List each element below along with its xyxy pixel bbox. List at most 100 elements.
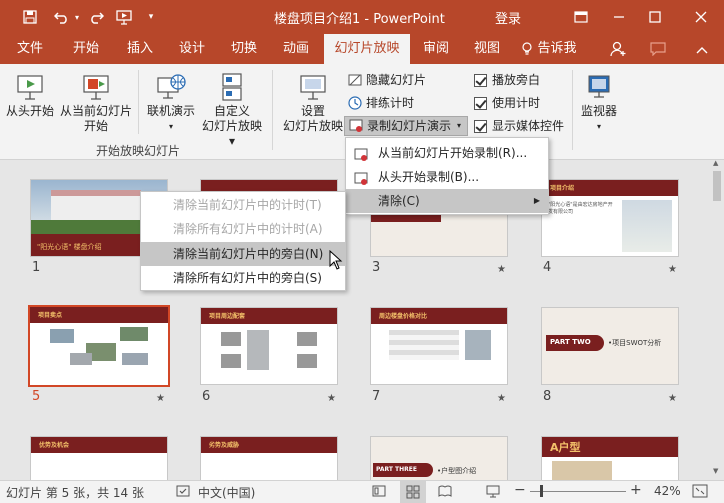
window-title: 楼盘项目介绍1 - PowerPoint [274, 12, 445, 27]
zoom-slider-thumb[interactable] [540, 485, 543, 497]
photo-image [297, 332, 317, 346]
slide-number: 4 [543, 260, 552, 275]
redo-icon[interactable] [86, 7, 106, 27]
scroll-down-icon[interactable]: ▼ [713, 467, 718, 475]
custom-slideshow-icon [217, 72, 247, 102]
title-bar: ▾ ▾ 楼盘项目介绍1 - PowerPoint 登录 [0, 0, 724, 34]
rehearse-timings-button[interactable]: 排练计时 [348, 93, 414, 113]
present-from-start-icon[interactable] [114, 7, 134, 27]
scrollbar-thumb[interactable] [713, 171, 721, 201]
reading-view-icon[interactable] [438, 484, 452, 501]
spellcheck-icon[interactable] [176, 484, 190, 501]
menu-item-clear-all-timings[interactable]: 清除所有幻灯片中的计时(A) [141, 217, 345, 241]
slide-thumbnail[interactable]: 优势及机会 [30, 436, 168, 480]
slide-thumbnail-selected[interactable]: 项目卖点 [28, 305, 170, 387]
slide-number-selected: 5 [32, 389, 41, 404]
online-present-button[interactable]: 联机演示 ▾ [142, 72, 200, 134]
scroll-up-icon[interactable]: ▲ [713, 159, 718, 167]
photo-image [221, 332, 241, 346]
custom-slideshow-label-2: 幻灯片放映 ▾ [201, 119, 262, 148]
play-narrations-checkbox[interactable]: 播放旁白 [474, 70, 540, 90]
tab-animations[interactable]: 动画 [272, 34, 320, 64]
globe-icon [156, 72, 186, 102]
collapse-ribbon-icon[interactable] [688, 34, 716, 64]
zoom-level[interactable]: 42% [654, 484, 681, 498]
vertical-scrollbar[interactable]: ▲ ▼ [710, 159, 724, 480]
undo-icon[interactable] [50, 7, 74, 27]
setup-label-2: 幻灯片放映 [282, 119, 343, 133]
slide-thumbnail[interactable]: 劣势及威胁 [200, 436, 338, 480]
menu-item-clear[interactable]: 清除(C) ▶ [346, 189, 548, 213]
part-subtitle: •项目SWOT分析 [608, 339, 662, 347]
clock-icon [348, 96, 362, 110]
record-slideshow-button[interactable]: 录制幻灯片演示 ▾ [344, 116, 468, 136]
menu-item-record-from-current[interactable]: 从当前幻灯片开始录制(R)... [346, 141, 548, 165]
slide-body-text: "阳光心语"是由宏达房地产开发有限公司 [548, 202, 613, 215]
undo-dropdown-icon[interactable]: ▾ [73, 7, 81, 27]
slide-thumbnail[interactable]: 周边楼盘价格对比 [370, 307, 508, 385]
slide-number: 8 [543, 389, 552, 404]
comments-icon[interactable] [644, 34, 672, 64]
animation-star-icon: ★ [668, 393, 677, 404]
slide-thumbnail[interactable]: 项目介绍 "阳光心语"是由宏达房地产开发有限公司 [541, 179, 679, 257]
slide-title-bar: 劣势及威胁 [201, 437, 337, 453]
slide-sorter-view-icon[interactable] [400, 481, 426, 503]
monitor-button[interactable]: 监视器 ▾ [576, 72, 622, 134]
menu-item-record-from-start[interactable]: 从头开始录制(B)... [346, 165, 548, 189]
share-icon[interactable] [604, 34, 632, 64]
language-status[interactable]: 中文(中国) [198, 484, 255, 501]
submenu-arrow-icon: ▶ [533, 196, 540, 205]
part-banner: PART THREE [373, 463, 433, 477]
menu-item-clear-current-timings[interactable]: 清除当前幻灯片中的计时(T) [141, 193, 345, 217]
slide-title-bar: 项目介绍 [542, 180, 678, 196]
login-link[interactable]: 登录 [495, 8, 521, 27]
monitor-icon [584, 72, 614, 102]
animation-star-icon: ★ [497, 264, 506, 275]
maximize-icon[interactable] [640, 5, 670, 29]
use-timings-checkbox[interactable]: 使用计时 [474, 93, 540, 113]
show-media-checkbox[interactable]: 显示媒体控件 [474, 116, 564, 136]
tab-slideshow[interactable]: 幻灯片放映 [324, 34, 410, 64]
tell-me-button[interactable]: 告诉我 [516, 34, 582, 64]
slideshow-view-icon[interactable] [486, 484, 500, 501]
floorplan-image [552, 461, 612, 480]
tab-design[interactable]: 设计 [168, 34, 216, 64]
normal-view-icon[interactable] [372, 484, 386, 501]
part-banner: PART TWO [546, 335, 604, 351]
menu-item-clear-all-narrations[interactable]: 清除所有幻灯片中的旁白(S) [141, 266, 345, 290]
slide-thumbnail[interactable]: A户型 [541, 436, 679, 480]
tab-insert[interactable]: 插入 [116, 34, 164, 64]
ribbon-tab-bar: 文件 开始 插入 设计 切换 动画 幻灯片放映 审阅 视图 告诉我 [0, 34, 724, 64]
tab-view[interactable]: 视图 [464, 34, 510, 64]
animation-star-icon: ★ [327, 393, 336, 404]
slide-thumbnail[interactable]: 项目周边配套 [200, 307, 338, 385]
zoom-slider[interactable] [530, 485, 626, 497]
slide-title-bar: A户型 [542, 437, 678, 457]
setup-slideshow-button[interactable]: 设置 幻灯片放映 [280, 72, 346, 134]
save-icon[interactable] [20, 7, 40, 27]
custom-slideshow-button[interactable]: 自定义 幻灯片放映 ▾ [198, 72, 266, 149]
tab-file[interactable]: 文件 [6, 34, 54, 64]
zoom-in-button[interactable]: + [630, 482, 642, 498]
ribbon-options-icon[interactable] [566, 5, 596, 29]
tab-transitions[interactable]: 切换 [220, 34, 268, 64]
slide-thumbnail[interactable]: PART THREE •户型图介绍 [370, 436, 508, 480]
slide-thumbnail[interactable]: PART TWO •项目SWOT分析 [541, 307, 679, 385]
tab-home[interactable]: 开始 [62, 34, 110, 64]
hide-slide-label: 隐藏幻灯片 [366, 73, 427, 87]
from-current-button[interactable]: 从当前幻灯片 开始 [58, 72, 134, 134]
menu-item-clear-current-narrations[interactable]: 清除当前幻灯片中的旁白(N) [141, 242, 345, 266]
animation-star-icon: ★ [668, 264, 677, 275]
from-start-button[interactable]: 从头开始 [2, 72, 58, 119]
tell-me-label: 告诉我 [537, 41, 577, 56]
zoom-out-button[interactable]: − [514, 482, 526, 498]
fit-to-window-icon[interactable] [692, 484, 708, 501]
close-icon[interactable] [686, 5, 716, 29]
tab-review[interactable]: 审阅 [414, 34, 458, 64]
customize-qat-icon[interactable]: ▾ [145, 7, 157, 27]
dropdown-arrow-icon: ▾ [457, 121, 462, 130]
hide-slide-button[interactable]: 隐藏幻灯片 [348, 70, 426, 90]
record-slideshow-label: 录制幻灯片演示 [367, 119, 452, 133]
minimize-icon[interactable] [604, 5, 634, 29]
setup-label-1: 设置 [300, 104, 325, 118]
